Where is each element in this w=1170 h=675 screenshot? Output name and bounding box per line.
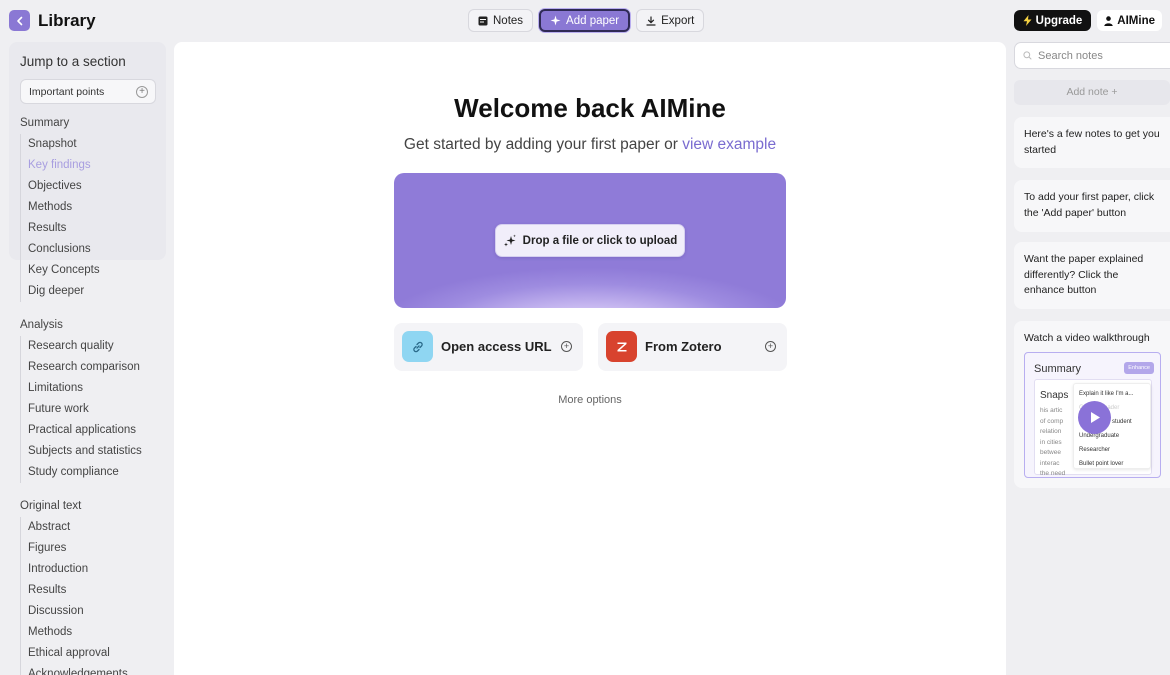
upgrade-button[interactable]: Upgrade [1013, 10, 1092, 31]
zotero-card[interactable]: From Zotero + [598, 323, 787, 371]
open-access-url-label: Open access URL [441, 339, 552, 354]
more-options-link[interactable]: More options [174, 394, 1006, 406]
search-placeholder: Search notes [1038, 49, 1103, 62]
note-text: Want the paper explained differently? Cl… [1024, 253, 1144, 296]
analysis-list: Research quality Research comparison Lim… [20, 336, 142, 483]
user-icon [1104, 15, 1113, 26]
section-sidebar: Jump to a section Important points + Sum… [9, 42, 166, 675]
top-bar: Library Notes Add paper Export Upgrade A… [0, 0, 1170, 42]
sidebar-item-snapshot[interactable]: Snapshot [21, 134, 100, 155]
export-button[interactable]: Export [636, 9, 705, 32]
add-paper-button-label: Add paper [566, 14, 620, 27]
welcome-heading: Welcome back AIMine [454, 93, 726, 123]
notes-icon [478, 16, 488, 25]
plus-circle-icon: + [561, 341, 572, 352]
notes-button-label: Notes [493, 14, 524, 27]
sidebar-item-abstract[interactable]: Abstract [21, 517, 128, 538]
header-actions: Notes Add paper Export [468, 9, 705, 32]
search-icon [1023, 51, 1032, 60]
video-summary-title: Summary [1034, 363, 1082, 375]
note-text: Watch a video walkthrough [1024, 332, 1150, 344]
video-thumbnail[interactable]: Summary Enhance Snaps his artic of comp … [1024, 352, 1161, 478]
page-title: Library [38, 11, 96, 30]
subtitle-text: Get started by adding your first paper o… [403, 136, 683, 153]
sidebar-item-introduction[interactable]: Introduction [21, 559, 128, 580]
user-menu-button[interactable]: AIMine [1097, 10, 1162, 31]
lightning-icon [1023, 15, 1032, 26]
add-note-button[interactable]: Add note + [1014, 80, 1170, 105]
sidebar-item-subjects-statistics[interactable]: Subjects and statistics [21, 441, 142, 462]
upload-button[interactable]: Drop a file or click to upload [495, 224, 685, 257]
account-actions: Upgrade AIMine [1013, 10, 1162, 31]
sidebar-item-original-methods[interactable]: Methods [21, 622, 128, 643]
link-icon [402, 331, 433, 362]
sparkle-icon [550, 15, 561, 26]
upload-dropzone[interactable]: Drop a file or click to upload [394, 173, 786, 308]
play-icon[interactable] [1078, 401, 1111, 434]
note-card[interactable]: Want the paper explained differently? Cl… [1014, 242, 1170, 309]
note-text: Here's a few notes to get you started [1024, 128, 1160, 156]
jump-title: Jump to a section [20, 54, 126, 69]
add-paper-button[interactable]: Add paper [539, 9, 631, 32]
original-text-list: Abstract Figures Introduction Results Di… [20, 517, 128, 675]
sparkles-icon [503, 234, 516, 246]
sidebar-item-research-comparison[interactable]: Research comparison [21, 357, 142, 378]
sidebar-item-original-results[interactable]: Results [21, 580, 128, 601]
view-example-link[interactable]: view example [682, 136, 776, 153]
notes-panel: Search notes Add note + Here's a few not… [1014, 42, 1170, 675]
sidebar-item-methods[interactable]: Methods [21, 197, 100, 218]
plus-circle-icon: + [136, 86, 148, 98]
video-menu-item: Explain it like I'm a... [1079, 391, 1134, 397]
note-card[interactable]: To add your first paper, click the 'Add … [1014, 180, 1170, 232]
sidebar-item-dig-deeper[interactable]: Dig deeper [21, 281, 100, 302]
video-menu-item: Researcher [1079, 447, 1111, 453]
sidebar-item-figures[interactable]: Figures [21, 538, 128, 559]
open-access-url-card[interactable]: Open access URL + [394, 323, 583, 371]
group-title-original-text: Original text [20, 500, 82, 512]
sidebar-item-key-concepts[interactable]: Key Concepts [21, 260, 100, 281]
sidebar-item-study-compliance[interactable]: Study compliance [21, 462, 142, 483]
export-button-label: Export [661, 14, 695, 27]
zotero-icon [606, 331, 637, 362]
search-notes-input[interactable]: Search notes [1014, 42, 1170, 69]
main-panel: Welcome back AIMine Get started by addin… [174, 42, 1006, 675]
sidebar-item-objectives[interactable]: Objectives [21, 176, 100, 197]
video-text-line: the need [1040, 470, 1066, 477]
notes-button[interactable]: Notes [468, 9, 534, 32]
video-enhance-badge: Enhance [1124, 362, 1154, 374]
note-card[interactable]: Here's a few notes to get you started [1014, 117, 1170, 168]
video-menu-item: Bullet point lover [1079, 461, 1124, 467]
important-points-button[interactable]: Important points + [20, 79, 156, 104]
sidebar-item-practical-applications[interactable]: Practical applications [21, 420, 142, 441]
sidebar-item-discussion[interactable]: Discussion [21, 601, 128, 622]
chevron-left-icon [16, 16, 22, 25]
sidebar-item-ethical-approval[interactable]: Ethical approval [21, 643, 128, 664]
sidebar-item-key-findings[interactable]: Key findings [21, 155, 100, 176]
sidebar-item-results[interactable]: Results [21, 218, 100, 239]
summary-list: Snapshot Key findings Objectives Methods… [20, 134, 100, 302]
zotero-label: From Zotero [645, 339, 722, 354]
user-label: AIMine [1117, 14, 1155, 27]
sidebar-item-research-quality[interactable]: Research quality [21, 336, 142, 357]
upgrade-label: Upgrade [1035, 14, 1083, 27]
upload-label: Drop a file or click to upload [522, 234, 678, 247]
video-note-card[interactable]: Watch a video walkthrough Summary Enhanc… [1014, 321, 1170, 488]
sidebar-item-limitations[interactable]: Limitations [21, 378, 142, 399]
note-text: To add your first paper, click the 'Add … [1024, 191, 1155, 219]
back-button[interactable] [9, 10, 30, 31]
group-title-analysis: Analysis [20, 319, 63, 331]
video-snapshot-label: Snaps [1040, 390, 1069, 401]
important-points-label: Important points [29, 85, 105, 98]
plus-circle-icon: + [765, 341, 776, 352]
download-icon [646, 15, 656, 26]
sidebar-item-conclusions[interactable]: Conclusions [21, 239, 100, 260]
sidebar-item-acknowledgements[interactable]: Acknowledgements [21, 664, 128, 675]
sidebar-item-future-work[interactable]: Future work [21, 399, 142, 420]
welcome-subtitle: Get started by adding your first paper o… [174, 136, 1006, 154]
group-title-summary: Summary [20, 117, 70, 129]
